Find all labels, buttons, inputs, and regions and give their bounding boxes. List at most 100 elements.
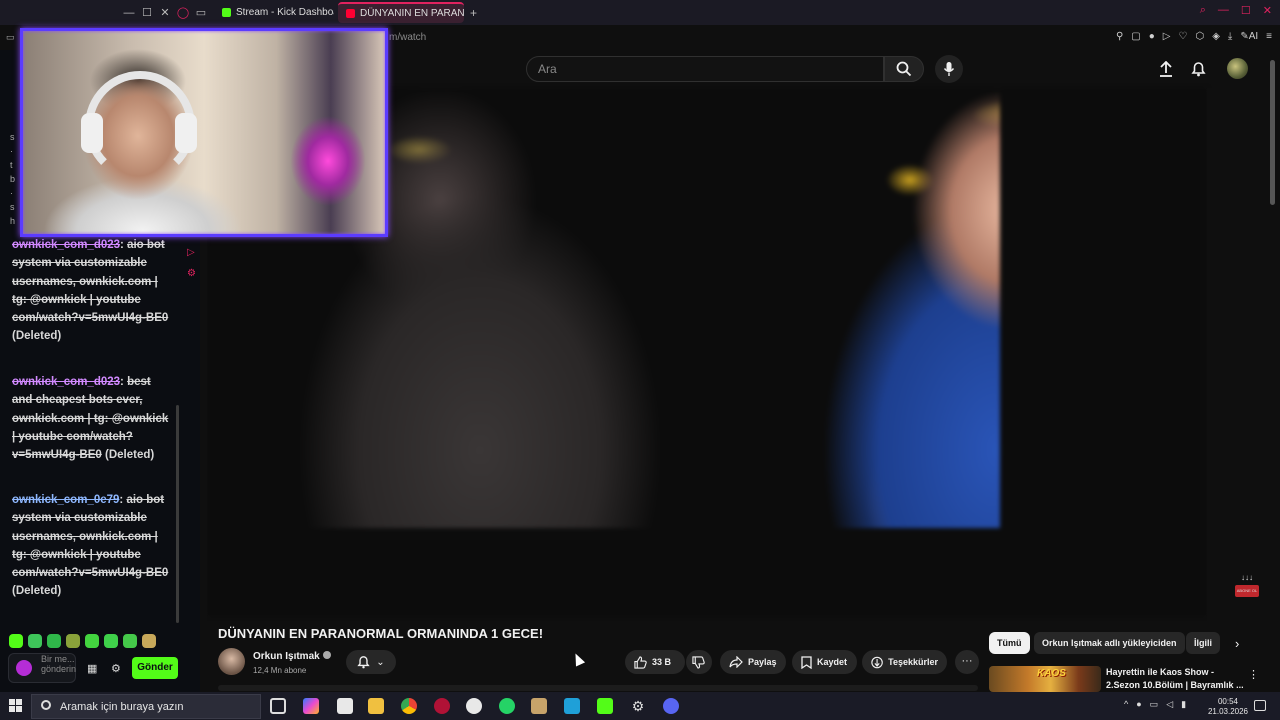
- share-button[interactable]: Paylaş: [720, 650, 786, 674]
- kebab-menu-icon[interactable]: ⋮: [1248, 668, 1259, 681]
- chevron-up-icon[interactable]: ^: [1124, 699, 1128, 710]
- wallet-icon[interactable]: ◈: [1212, 31, 1220, 42]
- settings-gear-icon[interactable]: ⚙: [630, 698, 646, 714]
- emote-icon[interactable]: [28, 634, 42, 648]
- downloader-icon[interactable]: [564, 698, 580, 714]
- app-icon[interactable]: [466, 698, 482, 714]
- emote-icon[interactable]: [85, 634, 99, 648]
- voice-search-button[interactable]: [935, 55, 963, 83]
- super-thanks-icon: [871, 656, 883, 668]
- dislike-button[interactable]: [686, 650, 712, 674]
- chip-from-uploader[interactable]: Orkun Işıtmak adlı yükleyiciden: [1034, 632, 1185, 654]
- opera-gx-icon[interactable]: [434, 698, 450, 714]
- media-player-icon[interactable]: [531, 698, 547, 714]
- channel-name-row[interactable]: Orkun Işıtmak: [253, 651, 331, 662]
- chat-play-icon[interactable]: ▷: [187, 247, 196, 258]
- emote-icon[interactable]: [9, 634, 23, 648]
- description-box[interactable]: [218, 685, 978, 691]
- file-icon[interactable]: [337, 698, 353, 714]
- thanks-button[interactable]: Teşekkürler: [862, 650, 947, 674]
- recommendation-thumbnail[interactable]: KAOS: [989, 666, 1101, 692]
- tab-island-icon[interactable]: ▭: [192, 6, 210, 19]
- chat-settings-icon[interactable]: ⚙: [187, 268, 196, 279]
- deleted-tag: (Deleted): [105, 449, 155, 462]
- window-close-icon[interactable]: ✕: [1263, 4, 1272, 17]
- more-actions-button[interactable]: ···: [955, 650, 979, 674]
- download-icon[interactable]: ⤓: [1228, 31, 1232, 42]
- minimize-icon[interactable]: —: [120, 7, 138, 19]
- chrome-icon[interactable]: [401, 698, 417, 714]
- extensions-icon[interactable]: ⬡: [1195, 31, 1204, 42]
- like-button[interactable]: 33 B: [625, 650, 685, 674]
- whatsapp-icon[interactable]: [499, 698, 515, 714]
- channel-avatar[interactable]: [218, 648, 245, 675]
- pin-icon[interactable]: ⚲: [1116, 31, 1123, 42]
- subscribe-watermark[interactable]: ↓↓↓ ABONE OL: [1235, 573, 1259, 599]
- clock[interactable]: 00:54 21.03.2026: [1208, 697, 1248, 717]
- emote-icon[interactable]: [104, 634, 118, 648]
- recommendation-title[interactable]: Hayrettin ile Kaos Show - 2.Sezon 10.Böl…: [1106, 666, 1246, 692]
- battery-icon[interactable]: ▮: [1181, 699, 1186, 710]
- opera-icon[interactable]: ◯: [174, 6, 192, 19]
- subscription-bell-button[interactable]: ⌄: [346, 650, 396, 674]
- emote-picker-icon[interactable]: ▦: [87, 662, 97, 675]
- search-button[interactable]: [884, 56, 924, 82]
- emote-icon[interactable]: [66, 634, 80, 648]
- chat-mic-icon[interactable]: [16, 660, 32, 676]
- page-scrollbar[interactable]: [1270, 60, 1275, 205]
- url-text[interactable]: m/watch: [389, 32, 426, 43]
- microphone-icon: [943, 62, 955, 76]
- upload-button[interactable]: [1157, 60, 1175, 78]
- taskbar-search-input[interactable]: Aramak için buraya yazın: [31, 694, 261, 719]
- heart-icon[interactable]: ♡: [1179, 31, 1188, 42]
- play-icon[interactable]: ▷: [1163, 31, 1171, 42]
- chat-username[interactable]: ownkick_com_d023: [12, 376, 120, 388]
- chip-related[interactable]: İlgili: [1186, 632, 1220, 654]
- notification-center-icon[interactable]: [1254, 700, 1266, 711]
- new-tab-button[interactable]: +: [470, 6, 477, 20]
- kick-icon[interactable]: [597, 698, 613, 714]
- screen: — ☐ ✕ ◯ ▭ Stream - Kick Dashboard DÜNYAN…: [0, 0, 1280, 720]
- chat-message-input[interactable]: Bir me... gönderin: [8, 653, 76, 683]
- search-icon: [41, 700, 51, 710]
- tab-youtube-video[interactable]: DÜNYANIN EN PARAN: [338, 2, 464, 23]
- channel-name[interactable]: Orkun Işıtmak: [253, 651, 320, 662]
- notifications-button[interactable]: [1189, 60, 1207, 78]
- thumbs-down-icon: [692, 655, 705, 669]
- search-input[interactable]: Ara: [526, 56, 884, 82]
- emote-icon[interactable]: [47, 634, 61, 648]
- window-minimize-icon[interactable]: —: [1218, 4, 1229, 17]
- file-explorer-icon[interactable]: [368, 698, 384, 714]
- microphone-tray-icon[interactable]: ●: [1136, 699, 1141, 710]
- snapshot-icon[interactable]: ▢: [1131, 31, 1140, 42]
- chevron-right-icon[interactable]: ›: [1235, 636, 1239, 651]
- chip-all[interactable]: Tümü: [989, 632, 1030, 654]
- window-maximize-icon[interactable]: ☐: [1241, 4, 1251, 17]
- task-view-icon[interactable]: [270, 698, 286, 714]
- record-icon[interactable]: ●: [1149, 31, 1155, 42]
- chat-username[interactable]: ownkick_com_0e79: [12, 494, 119, 506]
- close-icon[interactable]: ✕: [156, 6, 174, 19]
- maximize-icon[interactable]: ☐: [138, 6, 156, 19]
- save-button[interactable]: Kaydet: [792, 650, 857, 674]
- menu-icon[interactable]: ≡: [1266, 31, 1272, 42]
- ai-icon[interactable]: ✎AI: [1240, 31, 1258, 42]
- copilot-icon[interactable]: [303, 698, 319, 714]
- windows-start-icon[interactable]: [9, 699, 22, 712]
- ear-cup-graphic: [175, 113, 197, 153]
- chat-scrollbar[interactable]: [176, 405, 179, 623]
- chat-text: aio bot system via customizable username…: [12, 239, 169, 325]
- emote-bar: [9, 634, 156, 648]
- tab-kick-dashboard[interactable]: Stream - Kick Dashboard: [214, 2, 334, 23]
- emote-icon[interactable]: [123, 634, 137, 648]
- chat-settings-gear-icon[interactable]: ⚙: [111, 662, 121, 675]
- discord-icon[interactable]: [663, 698, 679, 714]
- network-icon[interactable]: ▭: [1150, 699, 1159, 710]
- account-avatar[interactable]: [1227, 58, 1248, 79]
- search-tabs-icon[interactable]: ⌕: [1200, 4, 1206, 17]
- emote-icon[interactable]: [142, 634, 156, 648]
- send-button[interactable]: Gönder: [132, 657, 178, 679]
- chat-username[interactable]: ownkick_com_d023: [12, 239, 120, 251]
- volume-icon[interactable]: ◁: [1166, 699, 1173, 710]
- sidebar-toggle-icon[interactable]: ▭: [6, 32, 15, 43]
